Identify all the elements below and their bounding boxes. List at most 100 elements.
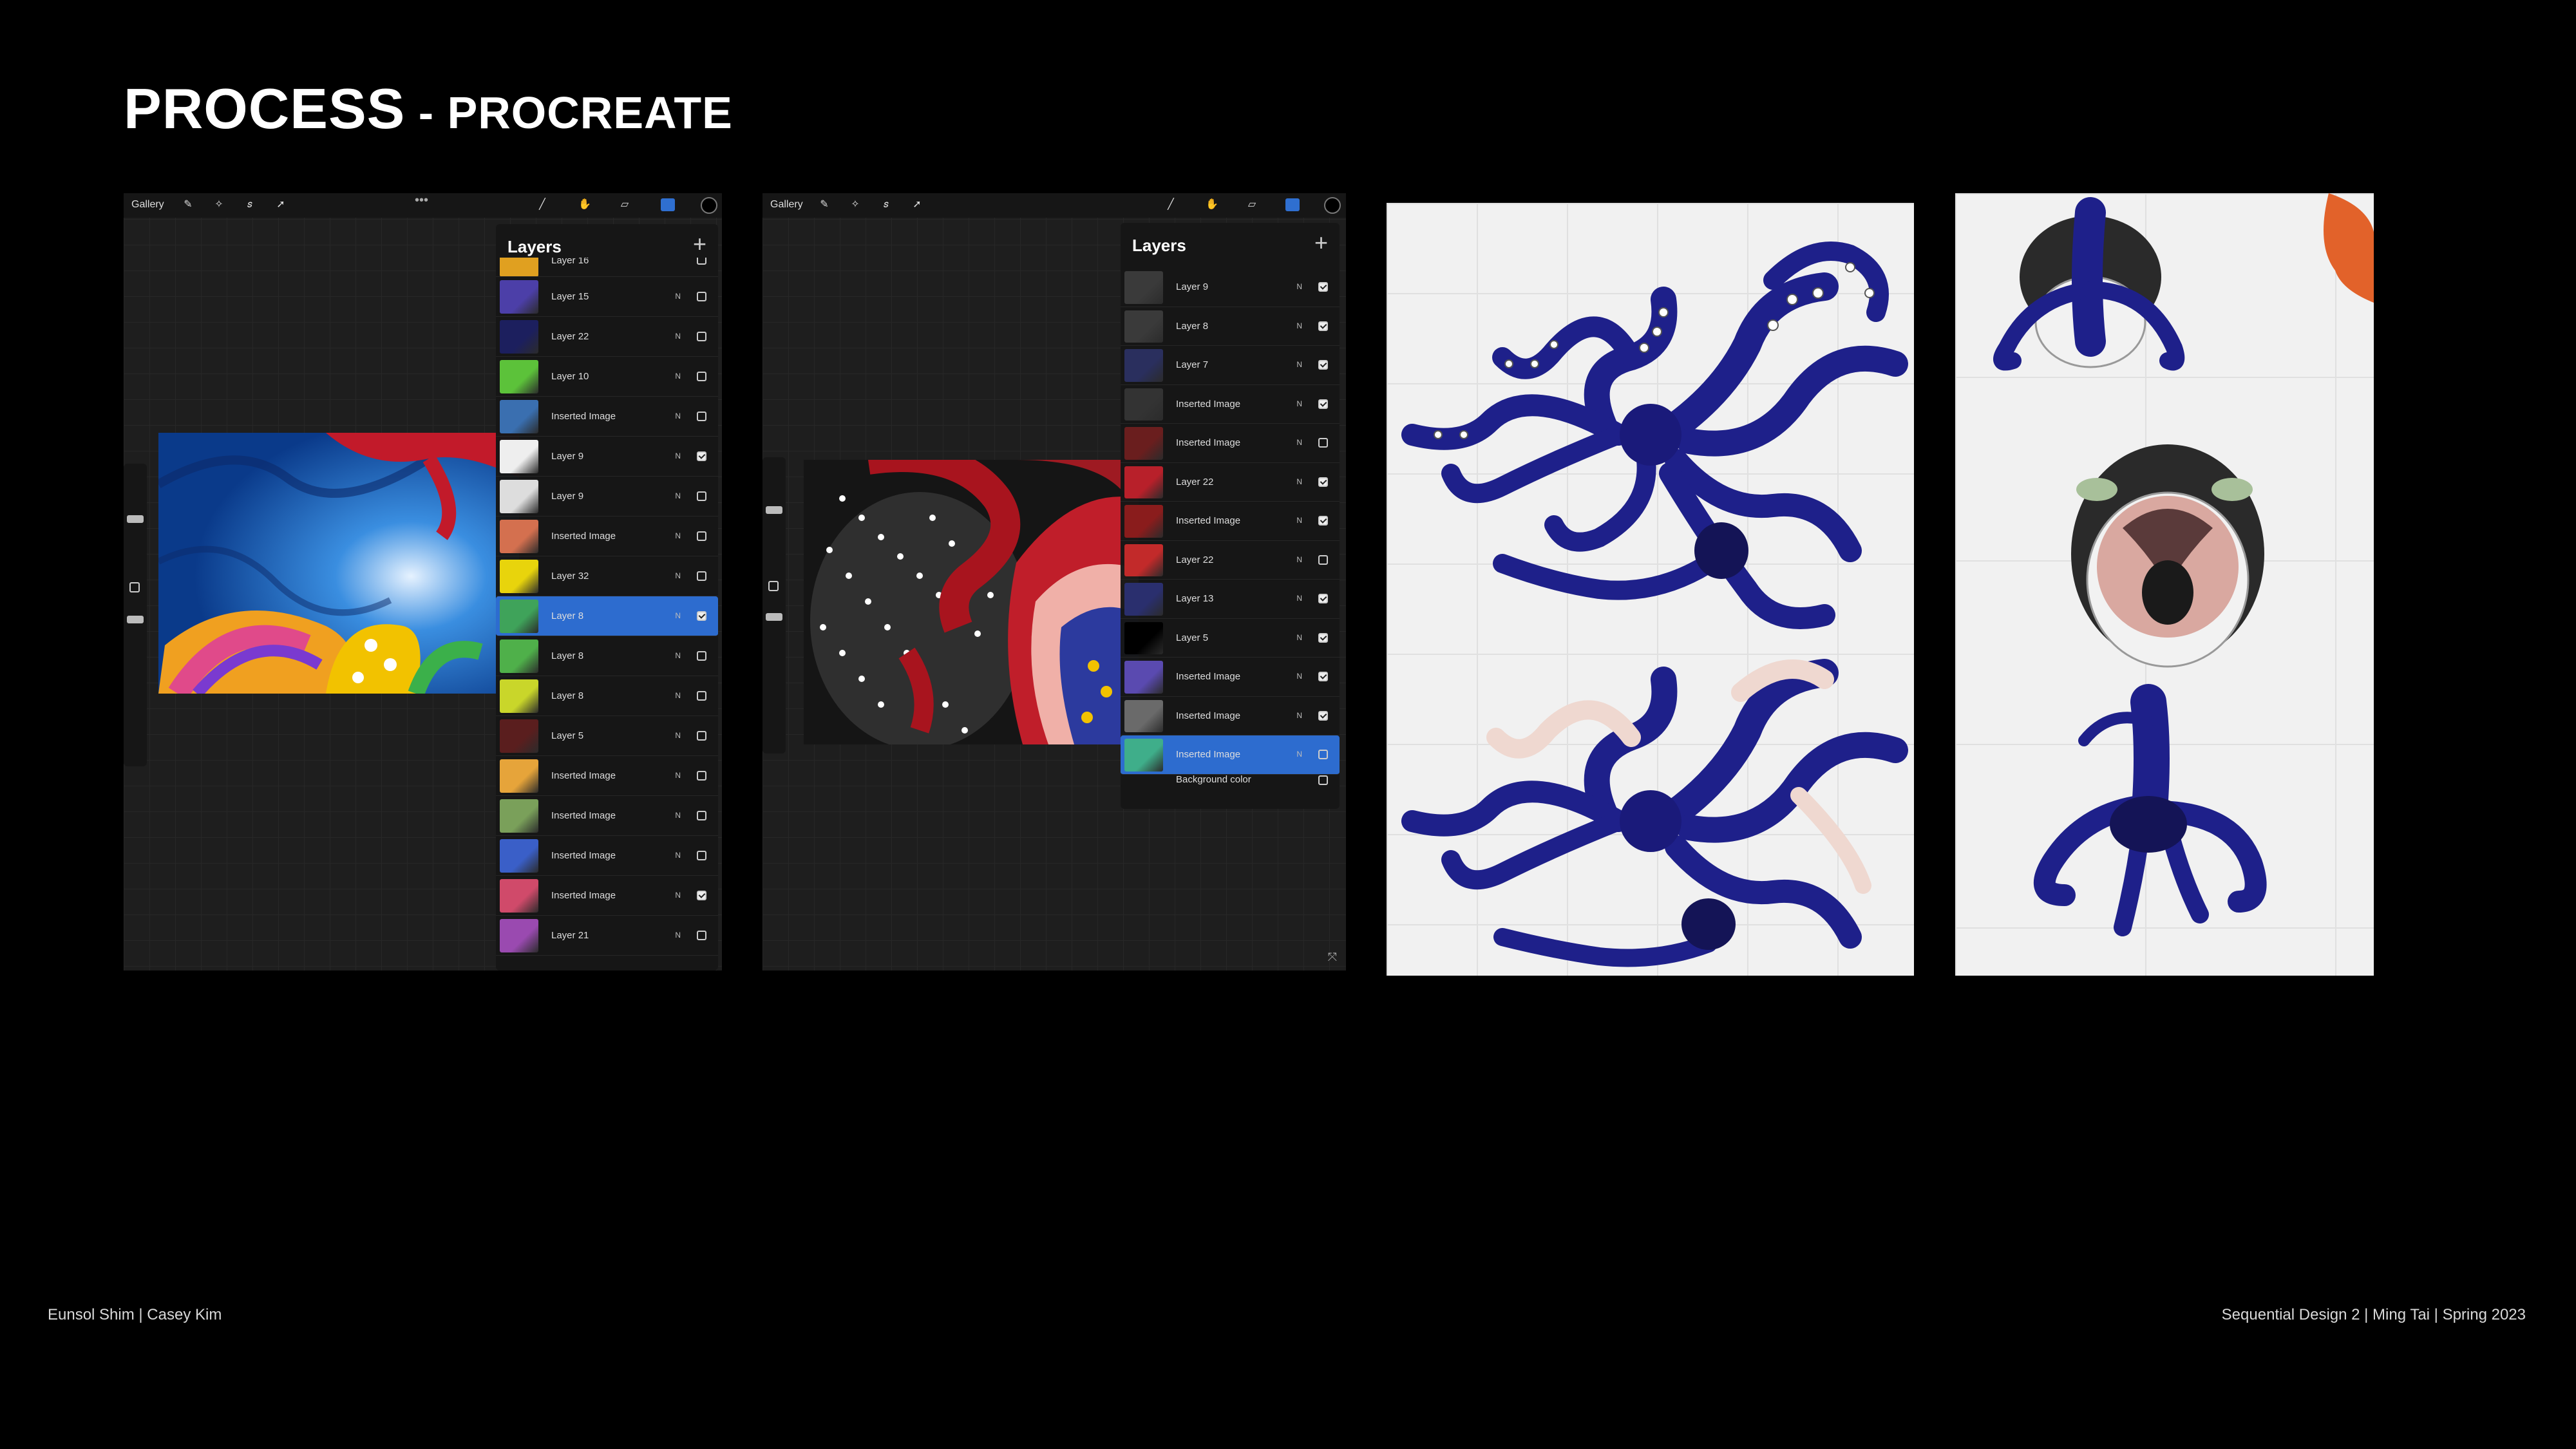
modify-button-icon[interactable] [768, 581, 779, 591]
layer-row[interactable]: Inserted Image N [1121, 385, 1340, 424]
layer-visibility-checkbox[interactable] [1318, 477, 1328, 487]
blend-mode-label[interactable]: N [675, 412, 681, 421]
brush-size-slider[interactable] [766, 506, 782, 514]
blend-mode-label[interactable]: N [675, 571, 681, 580]
blend-mode-label[interactable]: N [675, 491, 681, 500]
layer-visibility-checkbox[interactable] [1318, 399, 1328, 409]
eraser-icon[interactable]: ▱ [618, 198, 631, 211]
layer-visibility-checkbox[interactable] [697, 691, 706, 701]
layer-row[interactable]: Layer 5 N [1121, 619, 1340, 658]
layer-row[interactable]: Layer 8 N [1121, 307, 1340, 346]
layer-visibility-checkbox[interactable] [697, 611, 706, 621]
selection-icon[interactable]: 𝑠 [243, 198, 256, 211]
blend-mode-label[interactable]: N [675, 851, 681, 860]
blend-mode-label[interactable]: N [675, 531, 681, 540]
background-color-row[interactable]: Background color [1121, 764, 1340, 799]
layer-row[interactable]: Inserted Image N [1121, 697, 1340, 735]
blend-mode-label[interactable]: N [1296, 555, 1302, 564]
layer-visibility-checkbox[interactable] [697, 451, 706, 461]
blend-mode-label[interactable]: N [1296, 477, 1302, 486]
layer-row[interactable]: Layer 22 N [1121, 463, 1340, 502]
layer-row[interactable]: Layer 15 N [496, 277, 718, 317]
layer-row[interactable]: Layer 8 N [496, 676, 718, 716]
color-picker-icon[interactable] [1324, 197, 1341, 214]
layer-row[interactable]: Layer 9 N [496, 437, 718, 477]
layer-visibility-checkbox[interactable] [1318, 554, 1328, 565]
layer-visibility-checkbox[interactable] [697, 651, 706, 661]
wrench-icon[interactable]: ✎ [818, 198, 831, 211]
layer-row[interactable]: Layer 22 N [1121, 541, 1340, 580]
blend-mode-label[interactable]: N [675, 611, 681, 620]
blend-mode-label[interactable]: N [675, 691, 681, 700]
layer-visibility-checkbox[interactable] [1318, 594, 1328, 603]
layer-row[interactable]: Layer 9 N [1121, 268, 1340, 307]
blend-mode-label[interactable]: N [675, 931, 681, 940]
layer-row[interactable]: Layer 10 N [496, 357, 718, 397]
smudge-icon[interactable]: ✋ [1206, 198, 1218, 211]
layer-row[interactable]: Inserted Image N [496, 756, 718, 796]
add-layer-icon[interactable]: + [693, 231, 706, 258]
blend-mode-label[interactable]: N [1296, 594, 1302, 603]
blend-mode-label[interactable]: N [675, 811, 681, 820]
layer-row[interactable]: Layer 7 N [1121, 346, 1340, 385]
layer-visibility-checkbox[interactable] [697, 332, 706, 341]
layer-visibility-checkbox[interactable] [697, 771, 706, 781]
layer-visibility-checkbox[interactable] [697, 731, 706, 741]
brush-icon[interactable]: ╱ [536, 198, 549, 211]
layer-row[interactable]: Inserted Image N [1121, 424, 1340, 463]
blend-mode-label[interactable]: N [1296, 633, 1302, 642]
blend-mode-label[interactable]: N [675, 292, 681, 301]
layer-row[interactable]: Inserted Image N [496, 516, 718, 556]
layer-visibility-checkbox[interactable] [1318, 360, 1328, 370]
transform-icon[interactable]: ➚ [274, 198, 287, 211]
layer-row[interactable]: Layer 5 N [496, 716, 718, 756]
selection-icon[interactable]: 𝑠 [880, 198, 893, 211]
layer-row[interactable]: Inserted Image N [496, 796, 718, 836]
layers-icon[interactable] [1285, 198, 1300, 211]
blend-mode-label[interactable]: N [675, 451, 681, 460]
layer-visibility-checkbox[interactable] [1318, 438, 1328, 448]
blend-mode-label[interactable]: N [1296, 711, 1302, 720]
smudge-icon[interactable]: ✋ [578, 198, 591, 211]
layer-visibility-checkbox[interactable] [1318, 710, 1328, 721]
layer-visibility-checkbox[interactable] [697, 811, 706, 820]
blend-mode-label[interactable]: N [675, 332, 681, 341]
layer-visibility-checkbox[interactable] [697, 258, 706, 265]
layer-visibility-checkbox[interactable] [697, 891, 706, 900]
fullscreen-icon[interactable]: ⤧ [1328, 951, 1337, 964]
gallery-button[interactable]: Gallery [131, 199, 164, 211]
layer-row-partial[interactable]: Layer 16 [496, 258, 718, 277]
layer-visibility-checkbox[interactable] [1318, 632, 1328, 643]
layer-row[interactable]: Layer 32 N [496, 556, 718, 596]
layer-visibility-checkbox[interactable] [1318, 672, 1328, 681]
eraser-icon[interactable]: ▱ [1245, 198, 1258, 211]
more-icon[interactable]: ••• [415, 193, 428, 208]
layer-visibility-checkbox[interactable] [697, 292, 706, 301]
layer-visibility-checkbox[interactable] [1318, 321, 1328, 331]
sidebar-sliders[interactable] [762, 457, 786, 753]
layer-visibility-checkbox[interactable] [697, 571, 706, 581]
layer-visibility-checkbox[interactable] [1318, 282, 1328, 292]
brush-size-slider[interactable] [127, 515, 144, 523]
layer-row[interactable]: Inserted Image N [1121, 658, 1340, 697]
layer-visibility-checkbox[interactable] [697, 372, 706, 381]
layer-row[interactable]: Layer 21 N [496, 916, 718, 956]
layer-row[interactable]: Inserted Image N [496, 836, 718, 876]
layer-visibility-checkbox[interactable] [697, 412, 706, 421]
blend-mode-label[interactable]: N [1296, 750, 1302, 759]
add-layer-icon[interactable]: + [1314, 229, 1328, 256]
layer-row[interactable]: Layer 13 N [1121, 580, 1340, 619]
layer-visibility-checkbox[interactable] [697, 851, 706, 860]
opacity-slider[interactable] [127, 616, 144, 623]
transform-icon[interactable]: ➚ [911, 198, 923, 211]
blend-mode-label[interactable]: N [675, 731, 681, 740]
blend-mode-label[interactable]: N [1296, 516, 1302, 525]
blend-mode-label[interactable]: N [675, 651, 681, 660]
adjustments-icon[interactable]: ✧ [213, 198, 225, 211]
layer-visibility-checkbox[interactable] [1318, 750, 1328, 759]
blend-mode-label[interactable]: N [675, 771, 681, 780]
modify-button-icon[interactable] [129, 582, 140, 592]
opacity-slider[interactable] [766, 613, 782, 621]
layer-visibility-checkbox[interactable] [697, 491, 706, 501]
layer-row[interactable]: Layer 8 N [496, 636, 718, 676]
